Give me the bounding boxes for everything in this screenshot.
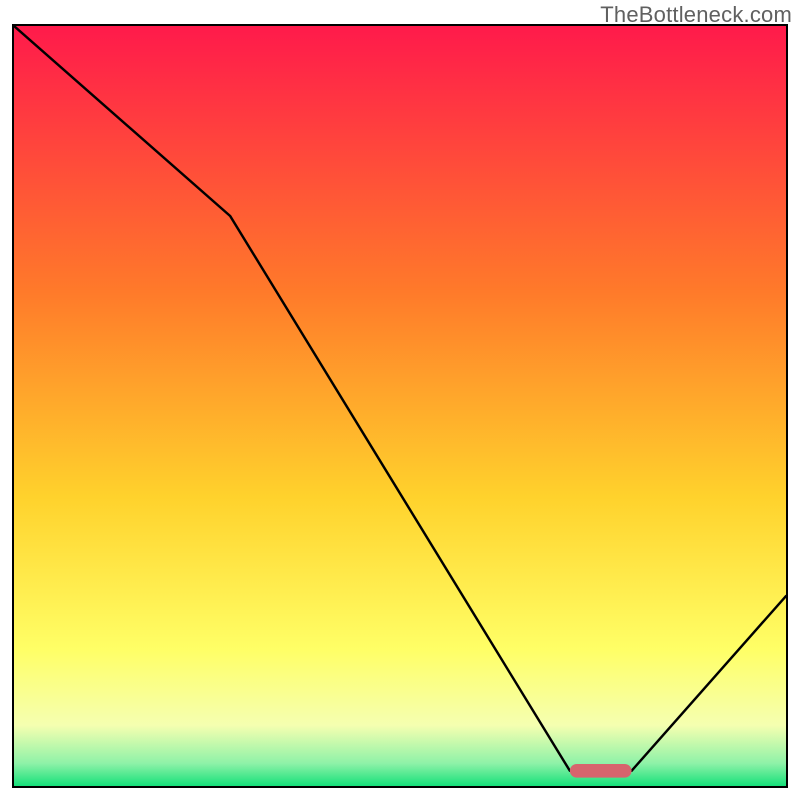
optimum-marker (570, 764, 632, 778)
plot-area (12, 24, 788, 788)
plot-svg (14, 26, 786, 786)
gradient-background (14, 26, 786, 786)
chart-frame: TheBottleneck.com (0, 0, 800, 800)
